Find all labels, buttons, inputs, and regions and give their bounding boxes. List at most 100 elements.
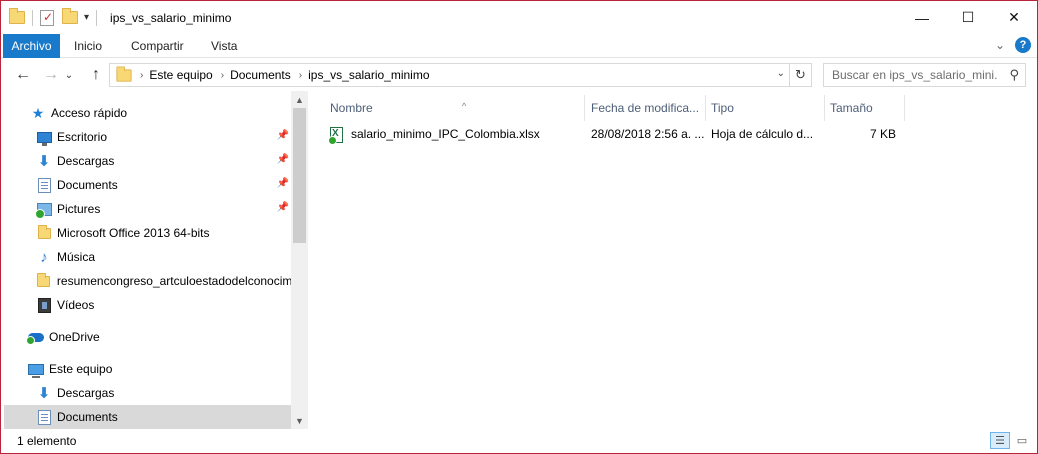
window-controls: — ☐ ✕ xyxy=(899,1,1037,34)
navigation-bar: ← → ⌄ ↑ › Este equipo › Documents › ips_… xyxy=(1,59,1037,91)
file-name: salario_minimo_IPC_Colombia.xlsx xyxy=(351,127,540,141)
downloads-icon: ⬇ xyxy=(37,385,51,402)
nav-item-label: Documents xyxy=(57,178,118,192)
column-divider[interactable] xyxy=(904,95,905,121)
customize-toolbar-dropdown[interactable]: ▾ xyxy=(84,12,89,23)
pin-icon[interactable]: 📌 xyxy=(277,178,289,189)
column-header-type[interactable]: Tipo xyxy=(705,95,825,121)
nav-item-label: Este equipo xyxy=(49,362,113,376)
nav-item-label: resumencongreso_artculoestadodelconocim xyxy=(56,274,291,288)
nav-item-documents-pc[interactable]: Documents xyxy=(4,405,291,429)
file-date: 28/08/2018 2:56 a. ... xyxy=(591,127,705,141)
tab-inicio[interactable]: Inicio xyxy=(62,34,114,58)
breadcrumb-separator[interactable]: › xyxy=(299,70,302,81)
folder-icon xyxy=(116,65,132,82)
breadcrumb-separator[interactable]: › xyxy=(140,70,143,81)
nav-item-resumencongreso[interactable]: resumencongreso_artculoestadodelconocim xyxy=(4,269,291,293)
nav-item-label: Música xyxy=(57,250,96,264)
title-bar: ▾ ips_vs_salario_minimo — ☐ ✕ xyxy=(1,1,1037,34)
pin-icon[interactable]: 📌 xyxy=(277,154,289,165)
item-count: 1 elemento xyxy=(17,434,77,448)
nav-item-documents[interactable]: Documents 📌 xyxy=(4,173,291,197)
scroll-down-button[interactable]: ▼ xyxy=(291,412,308,429)
breadcrumb-separator[interactable]: › xyxy=(221,70,224,81)
quick-access-toolbar: ▾ ips_vs_salario_minimo xyxy=(1,1,231,34)
column-header-size[interactable]: Tamaño xyxy=(824,95,904,121)
minimize-button[interactable]: — xyxy=(899,1,945,34)
window-title: ips_vs_salario_minimo xyxy=(110,10,232,25)
up-button[interactable]: ↑ xyxy=(86,65,106,85)
tab-vista[interactable]: Vista xyxy=(199,34,249,58)
properties-icon[interactable] xyxy=(40,9,54,26)
refresh-button[interactable]: ↻ xyxy=(789,64,811,86)
maximize-button[interactable]: ☐ xyxy=(945,1,991,34)
pin-icon[interactable]: 📌 xyxy=(277,130,289,141)
search-icon[interactable]: ⚲ xyxy=(1009,67,1019,83)
close-button[interactable]: ✕ xyxy=(991,1,1037,34)
file-size: 7 KB xyxy=(869,127,896,141)
nav-item-escritorio[interactable]: Escritorio 📌 xyxy=(4,125,291,149)
star-icon: ★ xyxy=(31,104,45,121)
address-history-dropdown[interactable]: ⌄ xyxy=(777,68,785,79)
folder-icon xyxy=(36,272,52,289)
back-button[interactable]: ← xyxy=(13,65,33,85)
tab-archivo[interactable]: Archivo xyxy=(3,34,60,58)
navigation-pane: ★ Acceso rápido Escritorio 📌 ⬇ Descargas… xyxy=(1,91,310,429)
large-icons-view-button[interactable]: ▭ xyxy=(1012,432,1032,449)
search-placeholder: Buscar en ips_vs_salario_mini... xyxy=(832,68,998,82)
downloads-icon: ⬇ xyxy=(37,153,51,170)
separator xyxy=(32,9,33,26)
nav-item-label: Acceso rápido xyxy=(51,106,128,120)
separator xyxy=(96,9,98,26)
nav-item-descargas[interactable]: ⬇ Descargas 📌 xyxy=(4,149,291,173)
nav-item-este-equipo[interactable]: Este equipo xyxy=(4,357,291,381)
breadcrumb-este-equipo[interactable]: Este equipo xyxy=(149,68,212,82)
column-header-date[interactable]: Fecha de modifica... xyxy=(585,95,705,121)
expand-ribbon-chevron-icon[interactable]: ⌄ xyxy=(995,38,1005,52)
music-icon: ♪ xyxy=(40,248,48,266)
folder-icon xyxy=(9,8,25,24)
forward-button[interactable]: → xyxy=(41,65,61,85)
ribbon-controls: ⌄ ? xyxy=(995,37,1031,53)
breadcrumb-current-folder[interactable]: ips_vs_salario_minimo xyxy=(308,68,429,82)
scroll-thumb[interactable] xyxy=(293,108,306,243)
search-input[interactable]: Buscar en ips_vs_salario_mini... ⚲ xyxy=(823,63,1026,87)
file-list-pane: Nombre ^ Fecha de modifica... Tipo Tamañ… xyxy=(310,91,1037,429)
nav-item-videos[interactable]: Vídeos xyxy=(4,293,291,317)
nav-item-acceso-rapido[interactable]: ★ Acceso rápido xyxy=(4,101,291,125)
pictures-icon xyxy=(34,201,52,219)
file-row[interactable]: salario_minimo_IPC_Colombia.xlsx 28/08/2… xyxy=(324,123,906,145)
nav-item-musica[interactable]: ♪ Música xyxy=(4,245,291,269)
column-header-name[interactable]: Nombre ^ xyxy=(324,95,584,121)
pin-icon[interactable]: 📌 xyxy=(277,202,289,213)
folder-icon xyxy=(36,224,52,241)
nav-item-label: Escritorio xyxy=(57,130,108,144)
nav-item-label: Vídeos xyxy=(57,298,95,312)
tab-compartir[interactable]: Compartir xyxy=(119,34,196,58)
new-folder-icon[interactable] xyxy=(62,8,78,24)
desktop-icon xyxy=(36,129,52,146)
recent-locations-dropdown[interactable]: ⌄ xyxy=(63,65,75,85)
excel-file-icon xyxy=(328,127,343,145)
scroll-up-button[interactable]: ▲ xyxy=(291,91,308,108)
details-view-icon: ☰ xyxy=(995,435,1005,447)
column-header-label: Nombre xyxy=(330,101,373,115)
breadcrumb-documents[interactable]: Documents xyxy=(230,68,291,82)
help-icon[interactable]: ? xyxy=(1015,37,1031,53)
explorer-window: ▾ ips_vs_salario_minimo — ☐ ✕ Archivo In… xyxy=(0,0,1038,454)
file-type: Hoja de cálculo d... xyxy=(711,127,814,141)
documents-icon xyxy=(36,409,52,425)
nav-item-onedrive[interactable]: OneDrive xyxy=(4,325,291,349)
nav-item-label: Microsoft Office 2013 64-bits xyxy=(57,226,210,240)
nav-item-pictures[interactable]: Pictures 📌 xyxy=(4,197,291,221)
nav-item-descargas-pc[interactable]: ⬇ Descargas xyxy=(4,381,291,405)
nav-item-microsoft-office[interactable]: Microsoft Office 2013 64-bits xyxy=(4,221,291,245)
nav-pane-scrollbar[interactable]: ▲ ▼ xyxy=(291,91,308,429)
large-icons-view-icon: ▭ xyxy=(1016,435,1028,447)
nav-item-label: Descargas xyxy=(57,386,115,400)
details-view-button[interactable]: ☰ xyxy=(990,432,1010,449)
nav-item-label: Descargas xyxy=(57,154,115,168)
onedrive-icon xyxy=(26,329,44,345)
address-bar[interactable]: › Este equipo › Documents › ips_vs_salar… xyxy=(109,63,812,87)
videos-icon xyxy=(36,297,52,313)
